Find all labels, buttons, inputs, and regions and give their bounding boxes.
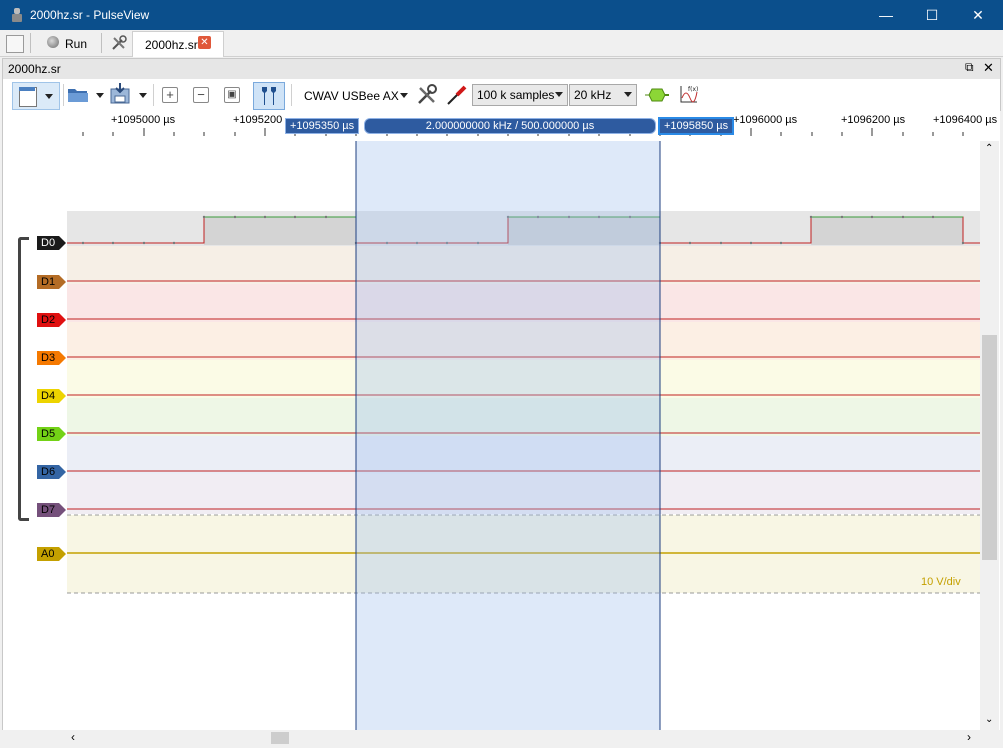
session-bar: 2000hz.sr ⧉ ✕: [2, 58, 1001, 80]
close-tab-icon[interactable]: ✕: [198, 36, 211, 49]
session-title: 2000hz.sr: [8, 62, 61, 76]
add-math-signal-icon[interactable]: f(x): [679, 84, 699, 104]
channel-label-d5[interactable]: D5: [37, 427, 66, 441]
close-session-icon[interactable]: ✕: [983, 60, 994, 76]
scroll-down-icon[interactable]: ⌄: [985, 714, 993, 725]
zoom-in-button[interactable]: +: [161, 82, 181, 108]
save-button[interactable]: [108, 82, 148, 108]
zoom-out-icon: −: [193, 87, 209, 103]
chevron-down-icon: [624, 92, 632, 97]
scroll-up-icon[interactable]: ⌃: [985, 143, 993, 154]
vertical-scroll-thumb[interactable]: [982, 335, 997, 560]
channel-label-a0[interactable]: A0: [37, 547, 66, 561]
ruler-label: +1095000 µs: [111, 114, 176, 126]
sample-count-value: 100 k samples: [477, 88, 555, 102]
undock-icon[interactable]: ⧉: [965, 60, 974, 75]
svg-text:f(x): f(x): [688, 86, 698, 93]
ruler-label: +1095200: [233, 114, 283, 126]
tab-2000hz-sr[interactable]: 2000hz.sr ✕: [132, 31, 224, 57]
channel-label-d7[interactable]: D7: [37, 503, 66, 517]
save-icon: [110, 83, 130, 104]
title-bar: 2000hz.sr - PulseView — ☐ ✕: [0, 0, 1003, 30]
maximize-button[interactable]: ☐: [909, 0, 955, 30]
settings-tools-icon[interactable]: [110, 34, 128, 52]
configure-probes-icon[interactable]: [446, 84, 468, 106]
ruler-label: +1096400 µs: [933, 114, 998, 126]
analog-scale-label: 10 V/div: [921, 576, 961, 588]
sample-count-combo[interactable]: 100 k samples: [472, 84, 568, 106]
add-decoder-icon[interactable]: [645, 87, 669, 103]
main-toolbar: + − ▣ CWAV USBee AX 100 k samples 20 kHz: [2, 79, 1001, 111]
window-title: 2000hz.sr - PulseView: [30, 8, 150, 22]
trace-canvas: [67, 141, 980, 730]
device-selector[interactable]: CWAV USBee AX: [298, 82, 410, 108]
zoom-in-icon: +: [162, 87, 178, 103]
zoom-fit-icon: ▣: [224, 87, 240, 103]
zoom-fit-button[interactable]: ▣: [223, 82, 243, 108]
cursor-left-flag[interactable]: +1095350 µs: [285, 118, 360, 134]
sample-rate-value: 20 kHz: [574, 88, 612, 102]
cursors-icon: [262, 87, 276, 105]
channel-label-d3[interactable]: D3: [37, 351, 66, 365]
new-view-icon[interactable]: [6, 35, 24, 53]
device-name: CWAV USBee AX: [304, 89, 399, 103]
sample-rate-combo[interactable]: 20 kHz: [569, 84, 637, 106]
scroll-left-icon[interactable]: ‹: [71, 730, 75, 744]
close-window-button[interactable]: ✕: [955, 0, 1001, 30]
chevron-down-icon: [555, 92, 563, 97]
channel-label-d0[interactable]: D0: [37, 236, 66, 250]
show-cursors-button[interactable]: [253, 82, 285, 110]
channel-label-d6[interactable]: D6: [37, 465, 66, 479]
tab-label: 2000hz.sr: [145, 38, 198, 52]
run-button[interactable]: Run: [65, 37, 87, 51]
horizontal-scrollbar[interactable]: ‹ ›: [67, 730, 980, 746]
new-session-button[interactable]: [12, 82, 60, 110]
horizontal-scroll-thumb[interactable]: [271, 732, 289, 744]
zoom-out-button[interactable]: −: [192, 82, 212, 108]
cursor-measurement[interactable]: 2.000000000 kHz / 500.000000 µs: [364, 118, 656, 134]
cursor-right-flag[interactable]: +1095850 µs: [659, 118, 734, 134]
channel-group-bracket[interactable]: [18, 237, 29, 521]
folder-open-icon: [68, 89, 88, 102]
ruler-label: +1096000 µs: [733, 114, 798, 126]
configure-device-icon[interactable]: [416, 84, 438, 106]
ruler-label: +1096200 µs: [841, 114, 906, 126]
minimize-button[interactable]: —: [863, 0, 909, 30]
channel-label-d1[interactable]: D1: [37, 275, 66, 289]
pulseview-app-icon: [12, 8, 22, 22]
run-icon[interactable]: [47, 36, 59, 48]
channel-label-d4[interactable]: D4: [37, 389, 66, 403]
vertical-scrollbar[interactable]: ⌃ ⌄: [980, 141, 999, 730]
open-button[interactable]: [67, 82, 104, 108]
channel-label-d2[interactable]: D2: [37, 313, 66, 327]
scroll-right-icon[interactable]: ›: [967, 730, 971, 744]
